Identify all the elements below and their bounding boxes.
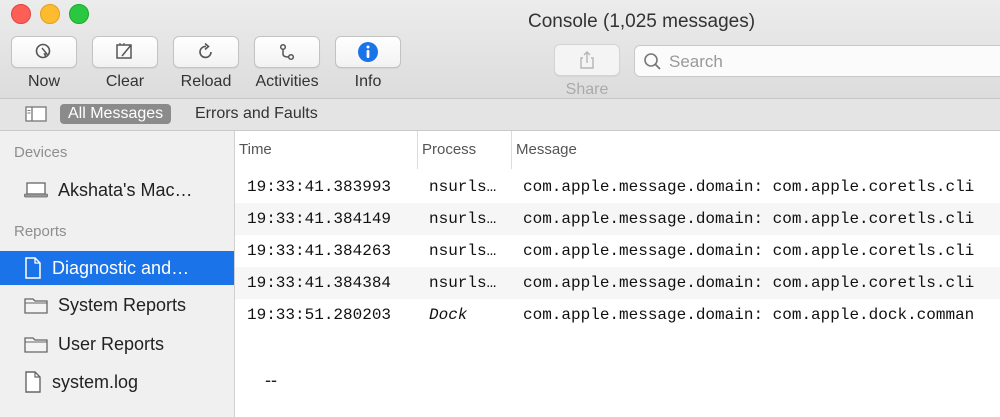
cell-process: nsurls…: [429, 210, 497, 228]
activities-label: Activities: [255, 73, 319, 90]
document-icon: [25, 257, 41, 279]
table-row[interactable]: 19:33:51.280203 Dock com.apple.message.d…: [235, 299, 1000, 331]
sidebar-item-label: System Reports: [58, 294, 187, 315]
now-icon: [35, 43, 51, 59]
cell-process: nsurls…: [429, 242, 497, 260]
cell-message: com.apple.message.domain: com.apple.dock…: [523, 306, 975, 324]
sidebar-item-diagnostic-reports[interactable]: Diagnostic and…: [0, 251, 234, 285]
filter-errors-and-faults[interactable]: Errors and Faults: [187, 104, 326, 124]
cell-message: com.apple.message.domain: com.apple.core…: [523, 178, 975, 196]
reload-icon: [199, 42, 212, 59]
activities-button[interactable]: Activities: [253, 36, 321, 91]
devices-section-header: Devices: [14, 144, 68, 161]
activities-icon: [279, 43, 295, 61]
info-button[interactable]: Info: [334, 36, 402, 91]
clear-icon: [116, 43, 132, 59]
now-label: Now: [27, 73, 60, 90]
search-icon: [644, 53, 661, 70]
cell-time: 19:33:51.280203: [247, 306, 392, 324]
table-row[interactable]: 19:33:41.383993 nsurls… com.apple.messag…: [235, 171, 1000, 203]
cell-process: nsurls…: [429, 178, 497, 196]
folder-icon: [24, 298, 48, 314]
share-label: Share: [565, 81, 609, 98]
sidebar-toggle-icon[interactable]: [25, 106, 47, 122]
info-label: Info: [354, 73, 382, 90]
column-header-message[interactable]: Message: [511, 131, 1000, 169]
search-field[interactable]: [634, 45, 1000, 77]
filter-bar: All Messages Errors and Faults: [0, 99, 1000, 131]
cell-time: 19:33:41.384263: [247, 242, 392, 260]
cell-process: Dock: [429, 306, 468, 324]
table-row[interactable]: 19:33:41.384149 nsurls… com.apple.messag…: [235, 203, 1000, 235]
sidebar-item-label: Diagnostic and…: [52, 257, 190, 278]
folder-icon: [24, 337, 48, 353]
table-row[interactable]: 19:33:41.384263 nsurls… com.apple.messag…: [235, 235, 1000, 267]
now-button[interactable]: Now: [10, 36, 78, 91]
cell-time: 19:33:41.384149: [247, 210, 392, 228]
search-input[interactable]: [667, 50, 991, 74]
info-icon: [358, 42, 378, 62]
column-header-process[interactable]: Process: [417, 131, 511, 169]
column-header-time[interactable]: Time: [235, 131, 417, 169]
window-minimize-button[interactable]: [40, 4, 60, 24]
cell-time: 19:33:41.383993: [247, 178, 392, 196]
log-table: Time Process Message 19:33:41.383993 nsu…: [235, 131, 1000, 339]
clear-button[interactable]: Clear: [91, 36, 159, 91]
laptop-icon: [24, 182, 48, 198]
sidebar-item-label: User Reports: [58, 333, 165, 354]
window-zoom-button[interactable]: [69, 4, 89, 24]
sidebar: Devices Akshata's Mac… Reports Diagnosti…: [0, 131, 235, 417]
toolbar: Console (1,025 messages) Now Clear Reloa…: [0, 0, 1000, 99]
cell-message: com.apple.message.domain: com.apple.core…: [523, 242, 975, 260]
document-icon: [25, 371, 41, 393]
window-title: Console (1,025 messages): [528, 11, 756, 32]
cell-message: com.apple.message.domain: com.apple.core…: [523, 274, 975, 292]
reports-section-header: Reports: [14, 223, 67, 240]
cell-process: nsurls…: [429, 274, 497, 292]
sidebar-item-user-reports[interactable]: User Reports: [0, 327, 234, 361]
sidebar-item-device[interactable]: Akshata's Mac…: [0, 173, 234, 207]
detail-placeholder: --: [265, 370, 277, 390]
reload-label: Reload: [180, 73, 232, 90]
share-icon: [580, 51, 594, 69]
clear-label: Clear: [105, 73, 145, 90]
reload-button[interactable]: Reload: [172, 36, 240, 91]
cell-message: com.apple.message.domain: com.apple.core…: [523, 210, 975, 228]
window-close-button[interactable]: [11, 4, 31, 24]
table-row[interactable]: 19:33:41.384384 nsurls… com.apple.messag…: [235, 267, 1000, 299]
share-button[interactable]: Share: [553, 44, 621, 99]
cell-time: 19:33:41.384384: [247, 274, 392, 292]
sidebar-item-system-log[interactable]: system.log: [0, 365, 234, 399]
sidebar-item-label: system.log: [52, 371, 139, 392]
sidebar-item-system-reports[interactable]: System Reports: [0, 288, 234, 322]
sidebar-item-label: Akshata's Mac…: [58, 179, 193, 200]
filter-all-messages[interactable]: All Messages: [60, 104, 172, 124]
